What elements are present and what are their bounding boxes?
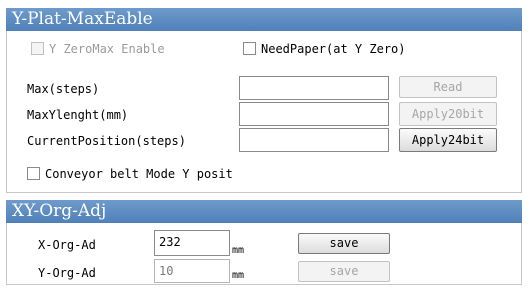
maxylenght-label: MaxYlenght(mm) <box>27 108 129 122</box>
max-steps-label: Max(steps) <box>27 82 100 96</box>
x-org-ad-label: X-Org-Ad <box>38 238 96 252</box>
read-button[interactable]: Read <box>399 76 497 98</box>
y-zeromax-checkbox[interactable] <box>31 42 44 55</box>
x-save-button[interactable]: save <box>298 233 390 254</box>
y-plat-group-title: Y-Plat-MaxEable <box>6 8 522 31</box>
apply24bit-button[interactable]: Apply24bit <box>399 128 497 152</box>
conveyor-belt-checkbox[interactable] <box>27 167 40 180</box>
needpaper-label: NeedPaper(at Y Zero) <box>261 42 406 56</box>
currentposition-label: CurrentPosition(steps) <box>27 134 186 148</box>
x-org-ad-input[interactable]: 232 <box>154 230 230 256</box>
y-zeromax-label: Y ZeroMax Enable <box>49 42 165 56</box>
max-steps-input[interactable] <box>239 76 389 100</box>
x-unit-label: mm <box>232 245 245 256</box>
y-save-button[interactable]: save <box>298 261 390 282</box>
xy-org-adj-group-title: XY-Org-Adj <box>6 200 522 223</box>
y-unit-label: mm <box>232 270 245 281</box>
conveyor-belt-label: Conveyor belt Mode Y posit <box>45 167 233 181</box>
maxylenght-input[interactable] <box>239 102 389 126</box>
apply20bit-button[interactable]: Apply20bit <box>399 102 497 126</box>
y-org-ad-label: Y-Org-Ad <box>38 266 96 280</box>
currentposition-input[interactable] <box>239 128 389 152</box>
needpaper-checkbox[interactable] <box>243 42 256 55</box>
y-org-ad-input[interactable]: 10 <box>154 259 230 283</box>
